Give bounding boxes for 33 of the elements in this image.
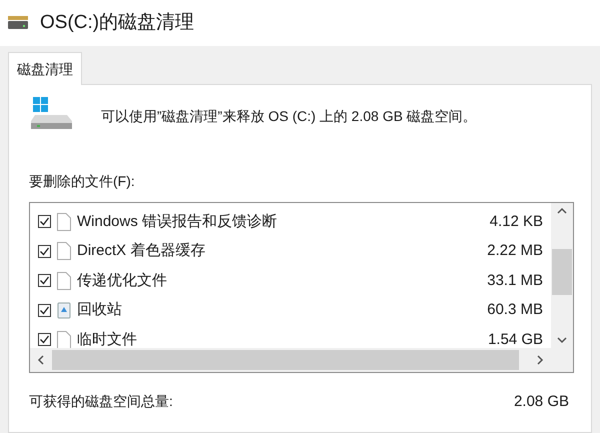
file-size: 60.3 MB: [487, 300, 543, 320]
total-value: 2.08 GB: [514, 392, 569, 412]
file-size: 4.12 KB: [490, 212, 543, 232]
checkbox[interactable]: [38, 304, 51, 317]
recycle-bin-icon: [57, 301, 71, 320]
file-name: DirectX 着色器缓存: [77, 241, 206, 261]
file-icon: [57, 330, 71, 348]
file-name: 回收站: [77, 300, 122, 320]
window-title: OS(C:)的磁盘清理: [40, 10, 194, 35]
drive-icon: [8, 16, 30, 30]
checkbox[interactable]: [38, 333, 51, 346]
horizontal-scrollbar[interactable]: [30, 348, 573, 372]
files-label: 要删除的文件(F):: [29, 172, 136, 191]
file-size: 1.54 GB: [488, 330, 543, 348]
file-icon: [57, 272, 71, 290]
file-size: 2.22 MB: [487, 241, 543, 261]
file-name: 临时文件: [77, 330, 137, 348]
tab[interactable]: 磁盘清理: [8, 52, 82, 85]
file-list[interactable]: Windows 错误报告和反馈诊断 4.12 KB DirectX 着色器缓存 2.22 MB 传递优化文件 33.1 MB 回收站 60.3 MB 临时文件 1.54 GB: [29, 202, 574, 373]
file-name: Windows 错误报告和反馈诊断: [77, 212, 278, 232]
checkbox[interactable]: [38, 244, 51, 258]
drive-icon: [31, 97, 73, 131]
checkbox[interactable]: [38, 274, 51, 288]
file-size: 33.1 MB: [487, 270, 543, 290]
vertical-scrollbar[interactable]: [551, 203, 573, 348]
description: 可以使用”磁盘清理”来释放 OS (C:) 上的 2.08 GB 磁盘空间。: [101, 106, 477, 126]
scroll-up-icon[interactable]: [557, 207, 567, 214]
file-name: 传递优化文件: [77, 270, 167, 290]
checkbox[interactable]: [38, 215, 51, 228]
file-icon: [57, 242, 71, 260]
scroll-down-icon[interactable]: [557, 337, 567, 344]
total-label: 可获得的磁盘空间总量:: [29, 392, 173, 411]
file-icon: [57, 212, 71, 231]
